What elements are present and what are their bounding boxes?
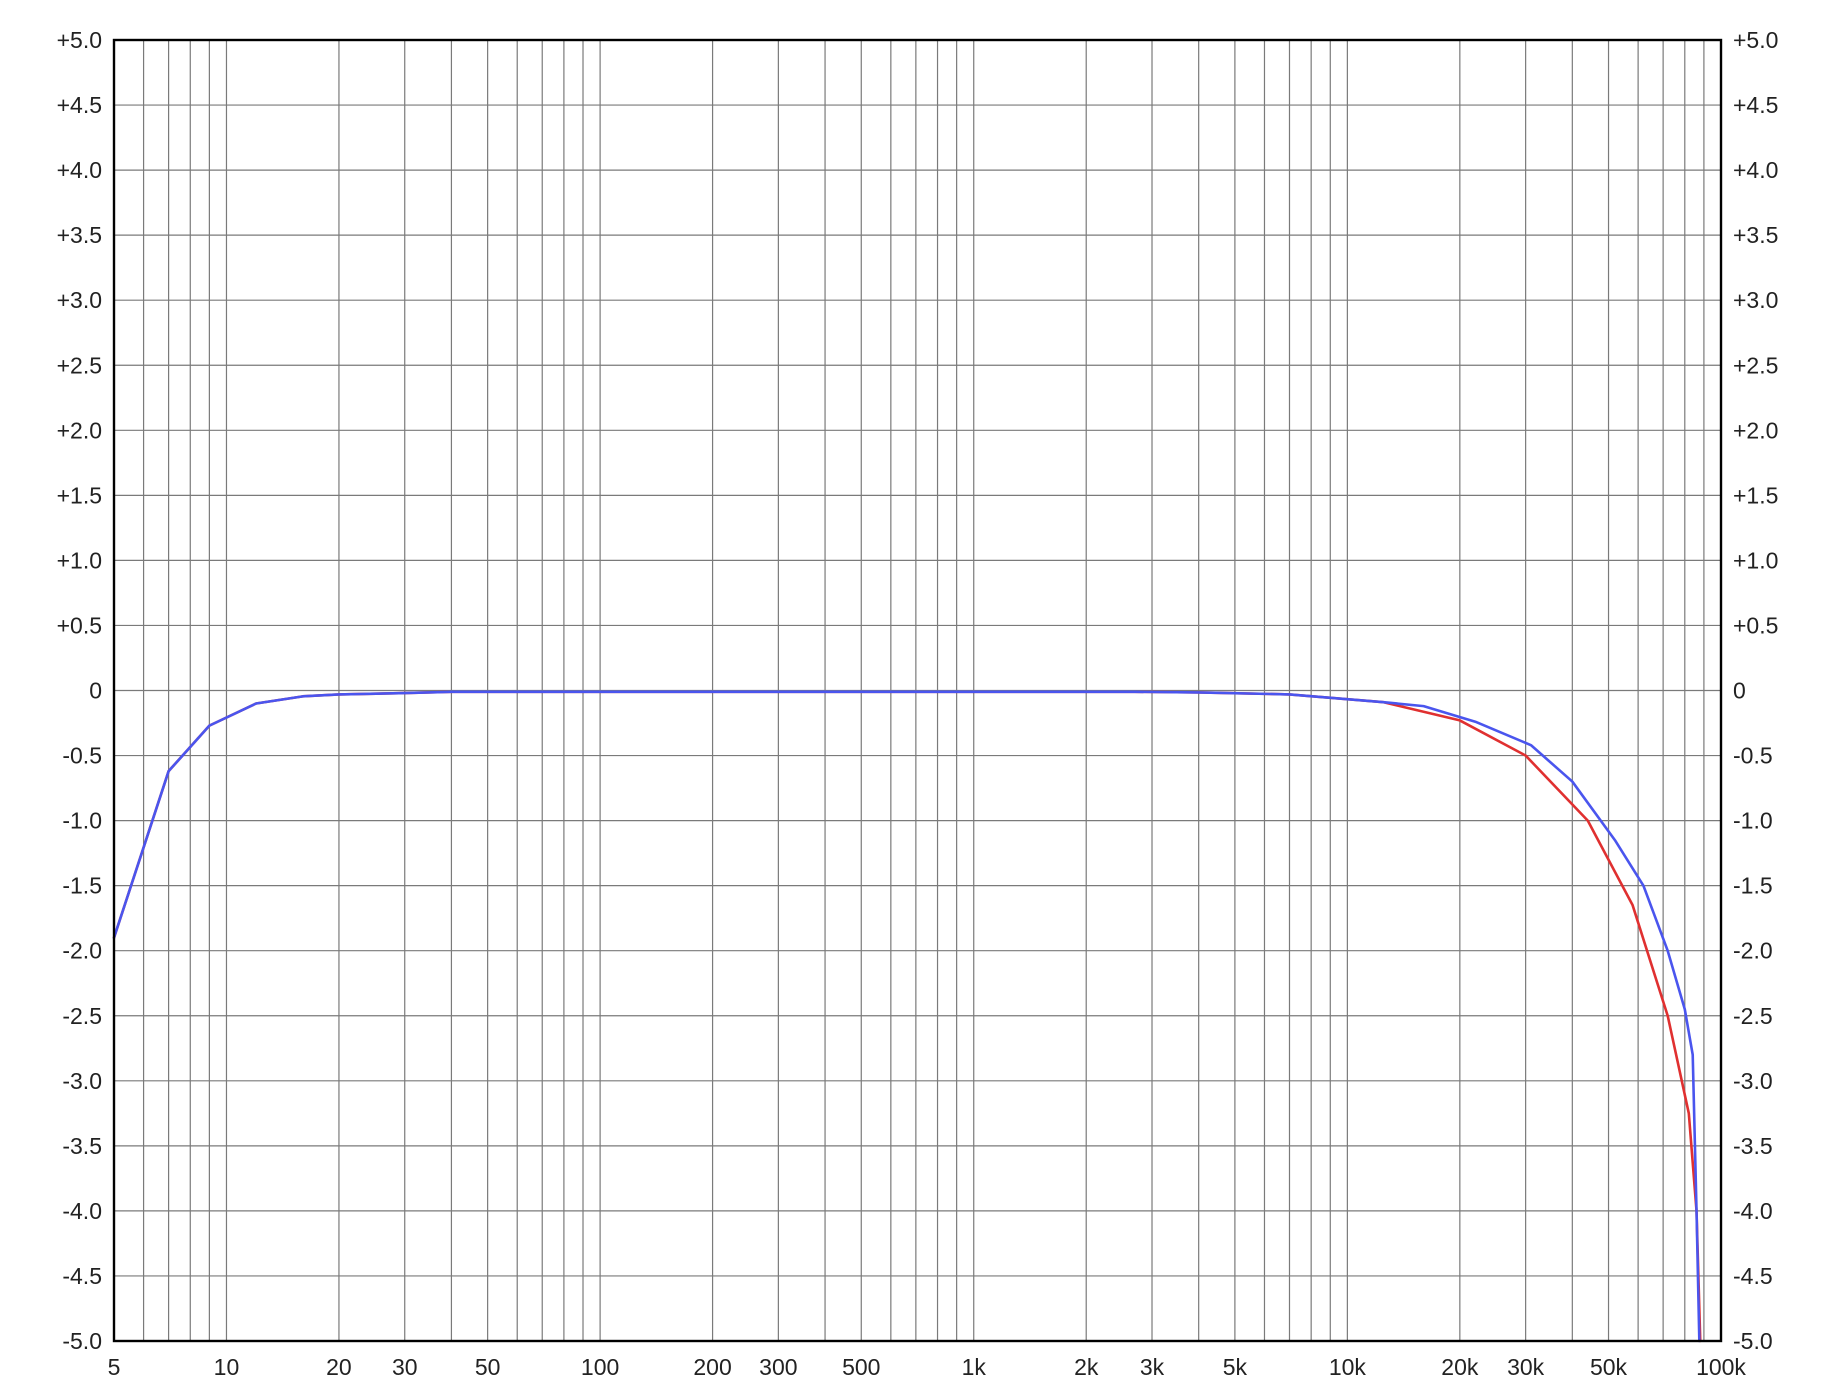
y-tick-label-right: +4.0 — [1733, 157, 1778, 183]
x-tick-label: 5 — [108, 1354, 121, 1380]
y-tick-label-left: +4.5 — [57, 92, 102, 118]
x-tick-label: 100k — [1696, 1354, 1746, 1380]
y-tick-label-left: -3.5 — [62, 1133, 102, 1159]
y-tick-label-right: +1.5 — [1733, 482, 1778, 508]
y-tick-label-right: -0.5 — [1733, 743, 1773, 769]
y-tick-label-left: -1.5 — [62, 873, 102, 899]
y-tick-label-right: +4.5 — [1733, 92, 1778, 118]
y-tick-label-right: 0 — [1733, 678, 1746, 704]
x-tick-label: 30k — [1507, 1354, 1545, 1380]
x-tick-label: 500 — [842, 1354, 880, 1380]
x-tick-label: 100 — [581, 1354, 619, 1380]
x-tick-label: 10k — [1329, 1354, 1367, 1380]
y-tick-label-left: +3.5 — [57, 222, 102, 248]
x-tick-label: 20k — [1441, 1354, 1479, 1380]
series-line-2 — [112, 690, 1701, 1343]
y-tick-label-left: 0 — [89, 678, 102, 704]
y-tick-label-left: +3.0 — [57, 287, 102, 313]
y-tick-label-right: +0.5 — [1733, 612, 1778, 638]
y-tick-label-right: -3.5 — [1733, 1133, 1773, 1159]
y-tick-label-left: -4.0 — [62, 1198, 102, 1224]
frequency-response-chart: 5 10 20 30 50 100 200 300 500 1k 2k 3k 5k 10k 20k 30k 50… — [57, 27, 1779, 1380]
y-tick-label-left: -0.5 — [62, 743, 102, 769]
x-tick-label: 10 — [214, 1354, 240, 1380]
x-tick-label: 200 — [693, 1354, 731, 1380]
y-tick-label-left: +1.0 — [57, 547, 102, 573]
y-tick-label-left: +4.0 — [57, 157, 102, 183]
y-tick-label-right: -4.5 — [1733, 1263, 1773, 1289]
y-tick-label-left: +2.0 — [57, 417, 102, 443]
y-tick-label-left: -1.0 — [62, 808, 102, 834]
x-tick-label: 20 — [326, 1354, 352, 1380]
y-tick-label-left: +0.5 — [57, 612, 102, 638]
x-tick-label: 30 — [392, 1354, 418, 1380]
y-tick-label-left: -4.5 — [62, 1263, 102, 1289]
y-tick-label-right: -4.0 — [1733, 1198, 1773, 1224]
y-tick-label-right: -2.0 — [1733, 938, 1773, 964]
x-tick-label: 50k — [1590, 1354, 1628, 1380]
y-tick-label-right: +2.0 — [1733, 417, 1778, 443]
x-tick-label: 300 — [759, 1354, 797, 1380]
y-tick-label-left: -2.0 — [62, 938, 102, 964]
x-tick-label: 1k — [962, 1354, 987, 1380]
y-tick-label-right: -3.0 — [1733, 1068, 1773, 1094]
y-tick-label-left: +1.5 — [57, 482, 102, 508]
y-tick-label-right: +3.5 — [1733, 222, 1778, 248]
x-tick-label: 2k — [1074, 1354, 1099, 1380]
y-tick-label-right: -1.0 — [1733, 808, 1773, 834]
y-tick-label-left: -5.0 — [62, 1328, 102, 1354]
y-tick-label-right: +1.0 — [1733, 547, 1778, 573]
y-tick-label-left: -2.5 — [62, 1003, 102, 1029]
y-tick-label-left: -3.0 — [62, 1068, 102, 1094]
x-tick-label: 5k — [1223, 1354, 1248, 1380]
y-axis-right-tick-labels: +5.0 +4.5 +4.0 +3.5 +3.0 +2.5 +2.0 +1.5 +1.0 +0.5… — [1733, 27, 1778, 1354]
y-tick-label-left: +5.0 — [57, 27, 102, 53]
y-tick-label-right: +5.0 — [1733, 27, 1778, 53]
series-layer — [112, 690, 1702, 1343]
x-tick-label: 3k — [1140, 1354, 1165, 1380]
y-tick-label-right: +3.0 — [1733, 287, 1778, 313]
series-line-1 — [112, 690, 1702, 1343]
y-tick-label-right: -1.5 — [1733, 873, 1773, 899]
y-tick-label-right: -5.0 — [1733, 1328, 1773, 1354]
x-tick-label: 50 — [475, 1354, 501, 1380]
y-axis-left-tick-labels: +5.0 +4.5 +4.0 +3.5 +3.0 +2.5 +2.0 +1.5 +1.0 +0.5… — [57, 27, 102, 1354]
x-axis-tick-labels: 5 10 20 30 50 100 200 300 500 1k 2k 3k 5k 10k 20k 30k 50… — [108, 1354, 1747, 1380]
y-tick-label-right: -2.5 — [1733, 1003, 1773, 1029]
y-tick-label-right: +2.5 — [1733, 352, 1778, 378]
y-tick-label-left: +2.5 — [57, 352, 102, 378]
